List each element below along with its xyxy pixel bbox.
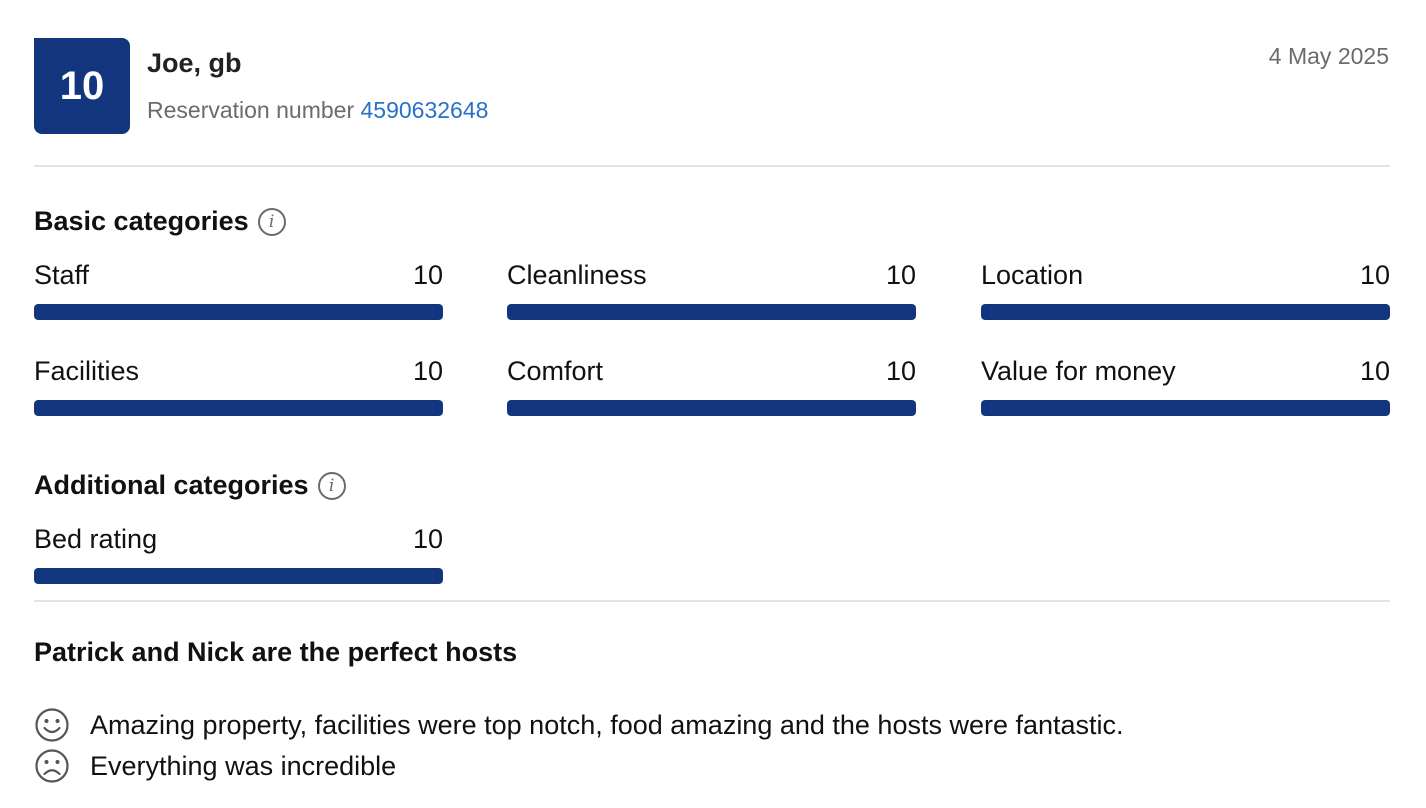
category-bar-fill [34, 304, 443, 320]
category-bar [507, 400, 916, 416]
category-label: Comfort [507, 356, 604, 386]
negative-comment: Everything was incredible [34, 748, 396, 784]
header-divider [34, 165, 1390, 167]
review-score-badge: 10 [34, 38, 130, 134]
positive-comment-text: Amazing property, facilities were top no… [90, 709, 1124, 740]
category-bar-fill [34, 568, 443, 584]
negative-comment-text: Everything was incredible [90, 750, 397, 781]
category-label: Location [981, 260, 1084, 290]
basic-categories-title: Basic categories [34, 206, 249, 236]
category-score: 10 [1359, 260, 1390, 290]
category-bar [981, 304, 1390, 320]
category-label: Bed rating [34, 524, 158, 554]
category-label: Staff [34, 260, 90, 290]
reservation-info: Reservation number 4590632648 [147, 97, 488, 124]
category-bar-fill [507, 304, 916, 320]
category-score: 10 [412, 356, 443, 386]
category-bar-fill [507, 400, 916, 416]
review-date: 4 May 2025 [1268, 43, 1389, 69]
category-score: 10 [1359, 356, 1390, 386]
additional-categories-title: Additional categories [34, 470, 309, 500]
category-cleanliness: Cleanliness 10 [507, 260, 916, 320]
category-score: 10 [412, 524, 443, 554]
category-staff: Staff 10 [34, 260, 443, 320]
category-value-for-money: Value for money 10 [981, 356, 1390, 416]
category-bar [981, 400, 1390, 416]
categories-divider [34, 600, 1390, 602]
category-bar [507, 304, 916, 320]
review-card: 10 Joe, gb Reservation number 4590632648… [0, 0, 1426, 808]
category-bed-rating: Bed rating 10 [34, 524, 443, 584]
category-bar [34, 568, 443, 584]
category-location: Location 10 [981, 260, 1390, 320]
review-title: Patrick and Nick are the perfect hosts [34, 637, 518, 667]
info-icon[interactable]: i [257, 207, 286, 236]
category-bar [34, 304, 443, 320]
category-label: Facilities [34, 356, 140, 386]
sad-face-icon [35, 749, 69, 783]
category-score: 10 [885, 356, 916, 386]
category-score: 10 [885, 260, 916, 290]
category-score: 10 [412, 260, 443, 290]
category-bar [34, 400, 443, 416]
category-facilities: Facilities 10 [34, 356, 443, 416]
reservation-label: Reservation number [147, 97, 355, 123]
smiley-face-icon [35, 708, 69, 742]
reviewer-name: Joe, gb [147, 48, 242, 78]
basic-categories-heading: Basic categories i [34, 206, 286, 237]
category-label: Cleanliness [507, 260, 647, 290]
category-label: Value for money [981, 356, 1176, 386]
reservation-number-link[interactable]: 4590632648 [361, 97, 489, 123]
category-bar-fill [981, 400, 1390, 416]
category-bar-fill [34, 400, 443, 416]
category-comfort: Comfort 10 [507, 356, 916, 416]
category-bar-fill [981, 304, 1390, 320]
positive-comment: Amazing property, facilities were top no… [34, 707, 1124, 743]
additional-categories-heading: Additional categories i [34, 470, 346, 501]
info-icon[interactable]: i [317, 471, 346, 500]
